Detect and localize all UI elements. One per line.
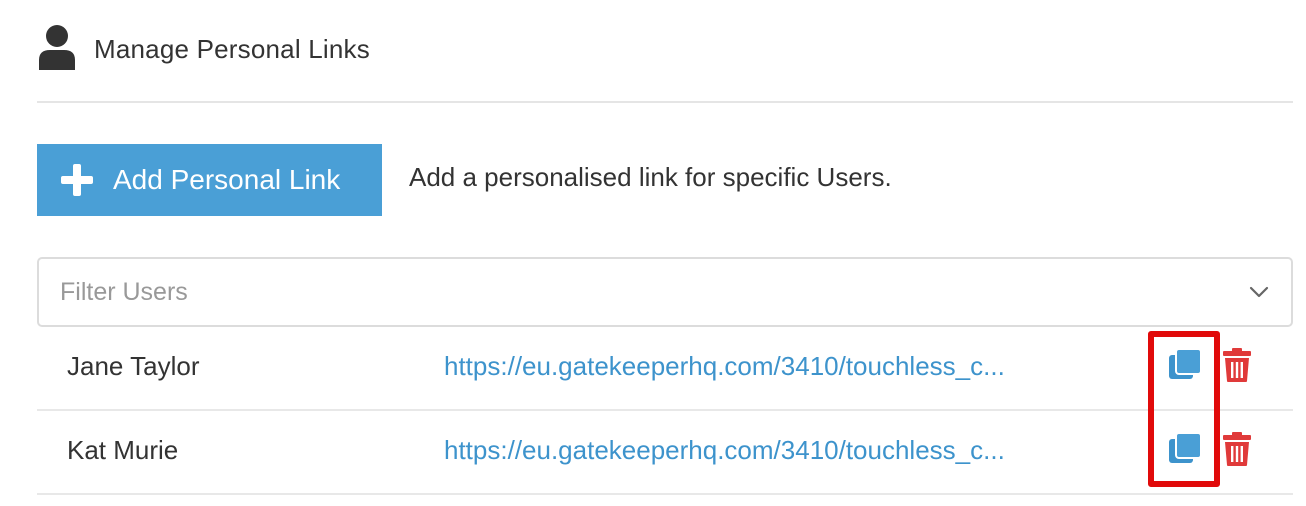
chevron-down-icon[interactable] [1239, 272, 1279, 312]
row-divider [37, 493, 1293, 495]
trash-icon[interactable] [1222, 431, 1252, 467]
add-personal-link-label: Add Personal Link [113, 164, 341, 195]
filter-users-input[interactable] [39, 258, 1239, 326]
list-item: Kat Murie https://eu.gatekeeperhq.com/34… [37, 411, 1293, 493]
user-name: Jane Taylor [67, 351, 200, 381]
user-name: Kat Murie [67, 435, 179, 465]
page-header: Manage Personal Links [37, 24, 370, 74]
personal-link-url[interactable]: https://eu.gatekeeperhq.com/3410/touchle… [444, 435, 1005, 466]
add-personal-link-button[interactable]: Add Personal Link [37, 144, 382, 216]
trash-icon[interactable] [1222, 347, 1252, 383]
add-personal-link-description: Add a personalised link for specific Use… [409, 162, 892, 192]
page-title: Manage Personal Links [94, 33, 370, 64]
user-icon [37, 24, 77, 70]
personal-link-url[interactable]: https://eu.gatekeeperhq.com/3410/touchle… [444, 351, 1005, 382]
header-divider [37, 101, 1293, 103]
copy-icon[interactable] [1167, 347, 1203, 383]
list-item: Jane Taylor https://eu.gatekeeperhq.com/… [37, 327, 1293, 409]
copy-icon[interactable] [1167, 431, 1203, 467]
plus-icon [61, 164, 93, 196]
filter-users-select[interactable] [37, 257, 1293, 327]
